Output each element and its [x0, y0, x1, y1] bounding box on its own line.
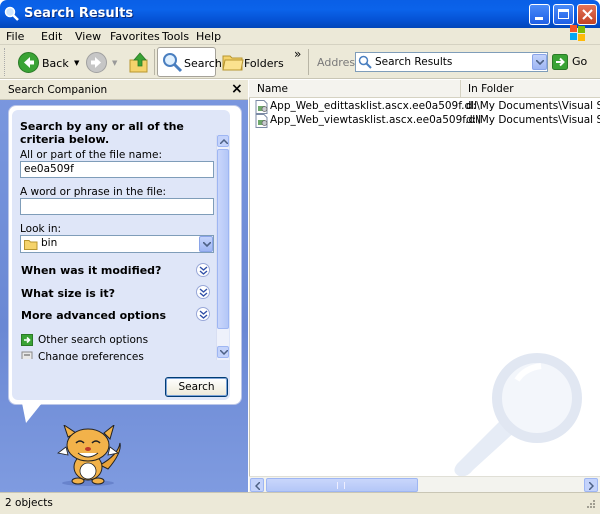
green-arrow-icon	[21, 334, 33, 346]
toolbar-grip	[4, 48, 7, 76]
expand-size-icon[interactable]	[196, 285, 210, 299]
status-text: 2 objects	[5, 497, 53, 509]
results-column-header: Name In Folder	[249, 80, 600, 98]
go-button[interactable]: Go	[552, 53, 598, 73]
table-row[interactable]: App_Web_edittasklist.ascx.ee0a509f.dll d…	[254, 100, 600, 114]
phrase-label: A word or phrase in the file:	[20, 186, 167, 198]
menu-favorites[interactable]: Favorites	[110, 30, 160, 43]
column-folder-label: In Folder	[468, 83, 514, 95]
folders-button[interactable]: Folders	[220, 47, 284, 77]
back-dropdown-icon[interactable]: ▼	[74, 59, 79, 67]
file-name-cell: App_Web_viewtasklist.ascx.ee0a509f.dll	[270, 114, 482, 126]
column-name-label: Name	[257, 83, 288, 95]
menu-help[interactable]: Help	[196, 30, 221, 43]
close-button[interactable]	[577, 4, 597, 25]
status-bar: 2 objects	[0, 492, 600, 514]
menu-file[interactable]: File	[6, 30, 24, 43]
search-window-icon	[4, 6, 20, 22]
look-in-value: bin	[41, 237, 58, 249]
file-name-label: All or part of the file name:	[20, 149, 162, 161]
scroll-down-button[interactable]	[217, 346, 229, 358]
scroll-up-button[interactable]	[217, 135, 229, 147]
scroll-thumb[interactable]	[217, 149, 229, 329]
file-name-input[interactable]: ee0a509f	[20, 161, 214, 178]
search-heading: Search by any or all of the criteria bel…	[20, 120, 184, 146]
up-folder-button[interactable]	[126, 47, 152, 77]
thumb-grip	[337, 482, 345, 489]
menu-bar: File Edit View Favorites Tools Help	[0, 28, 600, 45]
search-toggle-button[interactable]: Search	[157, 47, 222, 77]
toolbar-separator	[154, 49, 155, 75]
folder-cell: d:\My Documents\Visual Studio 2	[466, 114, 600, 126]
change-preferences-link[interactable]: Change preferences	[38, 351, 144, 360]
form-scrollbar[interactable]	[216, 135, 229, 360]
windows-logo-icon	[568, 24, 588, 42]
file-name-value: ee0a509f	[24, 163, 74, 175]
column-name-header[interactable]: Name	[249, 80, 461, 98]
forward-dropdown-icon[interactable]: ▼	[112, 59, 117, 67]
horizontal-scroll-thumb[interactable]	[266, 478, 418, 492]
search-button[interactable]: Search	[165, 377, 228, 397]
search-assistant-character[interactable]	[48, 423, 128, 487]
maximize-button[interactable]	[553, 4, 574, 25]
preferences-icon	[21, 351, 33, 359]
section-advanced[interactable]: More advanced options	[21, 309, 166, 322]
scroll-left-button[interactable]	[250, 478, 264, 492]
other-search-options-link[interactable]: Other search options	[38, 334, 148, 346]
menu-edit[interactable]: Edit	[41, 30, 62, 43]
window-title: Search Results	[24, 6, 134, 21]
file-name-cell: App_Web_edittasklist.ascx.ee0a509f.dll	[270, 100, 478, 112]
horizontal-scrollbar[interactable]	[249, 476, 600, 492]
table-row[interactable]: App_Web_viewtasklist.ascx.ee0a509f.dll d…	[254, 114, 600, 128]
expand-advanced-icon[interactable]	[196, 307, 210, 321]
expand-modified-icon[interactable]	[196, 263, 210, 277]
go-label: Go	[572, 55, 588, 68]
folders-label: Folders	[244, 57, 284, 70]
toolbar: Back ▼ ▼ Search Folders » Address Search…	[0, 45, 600, 79]
menu-tools[interactable]: Tools	[162, 30, 189, 43]
folder-cell: d:\My Documents\Visual Studio 2	[466, 100, 600, 112]
look-in-dropdown-button[interactable]	[199, 236, 213, 252]
look-in-select[interactable]: bin	[20, 235, 214, 253]
phrase-input[interactable]	[20, 198, 214, 215]
address-dropdown-button[interactable]	[532, 54, 547, 70]
title-bar[interactable]: Search Results	[0, 0, 600, 28]
toolbar-overflow-chevron[interactable]: »	[294, 47, 301, 61]
address-value: Search Results	[375, 56, 453, 68]
column-folder-header[interactable]: In Folder	[462, 80, 600, 98]
scroll-right-button[interactable]	[584, 478, 598, 492]
search-companion-title: Search Companion	[8, 84, 108, 96]
look-in-label: Look in:	[20, 223, 62, 235]
minimize-button[interactable]	[529, 4, 550, 25]
section-modified[interactable]: When was it modified?	[21, 264, 161, 277]
menu-view[interactable]: View	[75, 30, 101, 43]
balloon-tail	[22, 403, 42, 423]
address-bar[interactable]: Search Results	[355, 52, 548, 72]
back-button[interactable]: Back ▼	[12, 47, 82, 77]
back-label: Back	[42, 57, 69, 70]
search-watermark-icon	[445, 340, 595, 480]
forward-button[interactable]: ▼	[84, 47, 122, 77]
search-toggle-label: Search	[184, 57, 222, 70]
search-companion-header: Search Companion ×	[0, 80, 248, 100]
toolbar-separator	[308, 49, 309, 75]
close-pane-icon[interactable]: ×	[231, 81, 243, 97]
section-size[interactable]: What size is it?	[21, 287, 115, 300]
resize-grip-icon[interactable]	[584, 499, 596, 511]
